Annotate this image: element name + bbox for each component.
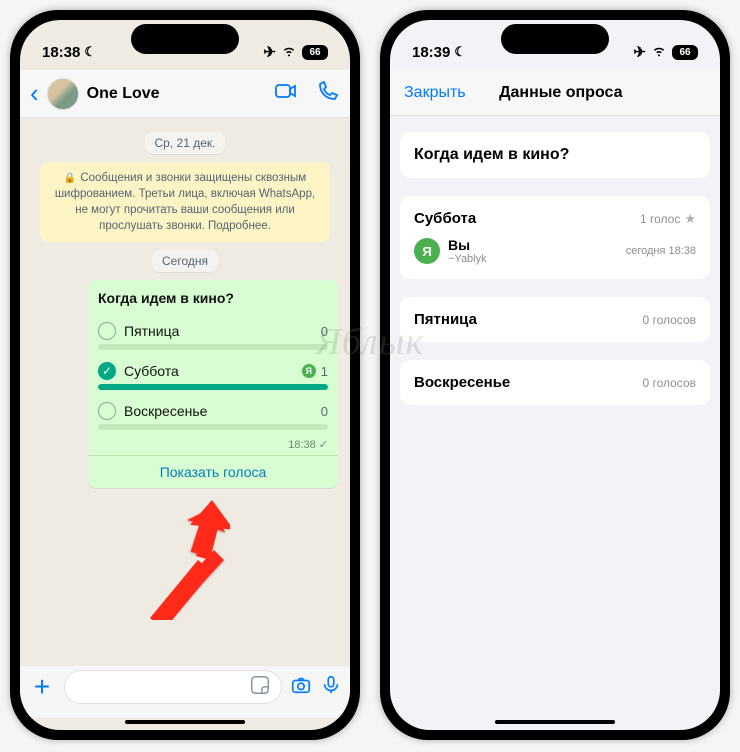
result-card: Воскресенье 0 голосов <box>400 360 710 405</box>
radio-unchecked-icon[interactable] <box>98 322 116 340</box>
phone-left: 18:38 ☾ ✈︎ 66 ‹ One Love <box>10 10 360 740</box>
voter-row[interactable]: Я Вы ~Yablyk сегодня 18:38 <box>414 237 696 265</box>
poll-option[interactable]: ✓ Суббота Я 1 <box>98 356 328 396</box>
battery-indicator: 66 <box>302 45 328 60</box>
back-button[interactable]: ‹ <box>30 78 39 109</box>
show-votes-button[interactable]: Показать голоса <box>98 456 328 482</box>
voter-avatar-icon: Я <box>301 363 317 379</box>
radio-unchecked-icon[interactable] <box>98 402 116 420</box>
camera-button[interactable] <box>290 674 312 701</box>
voter-avatar: Я <box>414 238 440 264</box>
encryption-notice[interactable]: 🔒Сообщения и звонки защищены сквозным ши… <box>40 162 330 242</box>
star-icon: ★ <box>684 211 696 227</box>
focus-moon-icon: ☾ <box>84 44 96 60</box>
page-title: Данные опроса <box>416 84 706 102</box>
poll-details-body[interactable]: Когда идем в кино? Суббота 1 голос ★ Я В… <box>390 116 720 718</box>
message-input[interactable] <box>64 670 282 704</box>
focus-moon-icon: ☾ <box>454 44 466 60</box>
poll-bubble: Когда идем в кино? Пятница 0 ✓ Суббота <box>88 280 338 488</box>
battery-indicator: 66 <box>672 45 698 60</box>
mic-button[interactable] <box>320 674 342 701</box>
avatar[interactable] <box>47 78 79 110</box>
today-chip: Сегодня <box>28 250 342 272</box>
chat-input-bar: + <box>20 666 350 718</box>
wifi-icon <box>281 42 297 62</box>
lock-icon: 🔒 <box>64 173 76 184</box>
poll-option[interactable]: Пятница 0 <box>98 316 328 356</box>
poll-question: Когда идем в кино? <box>98 290 328 306</box>
poll-option[interactable]: Воскресенье 0 <box>98 396 328 436</box>
result-card: Суббота 1 голос ★ Я Вы ~Yablyk сегодня 1… <box>400 196 710 279</box>
voice-call-button[interactable] <box>316 79 340 108</box>
airplane-icon: ✈︎ <box>263 43 276 61</box>
question-card: Когда идем в кино? <box>400 132 710 178</box>
airplane-icon: ✈︎ <box>633 43 646 61</box>
sent-check-icon: ✓ <box>319 439 328 451</box>
chat-title[interactable]: One Love <box>87 85 266 103</box>
home-indicator <box>125 720 245 724</box>
wifi-icon <box>651 42 667 62</box>
result-card: Пятница 0 голосов <box>400 297 710 342</box>
dynamic-island <box>131 24 239 54</box>
date-chip: Ср, 21 дек. <box>28 132 342 154</box>
chat-header: ‹ One Love <box>20 70 350 118</box>
status-time: 18:38 <box>42 44 80 61</box>
poll-details-header: Закрыть Данные опроса <box>390 70 720 116</box>
dynamic-island <box>501 24 609 54</box>
chat-body[interactable]: Ср, 21 дек. 🔒Сообщения и звонки защищены… <box>20 118 350 666</box>
attach-button[interactable]: + <box>28 671 56 703</box>
sticker-icon[interactable] <box>249 674 271 701</box>
message-timestamp: 18:38✓ <box>98 438 328 451</box>
video-call-button[interactable] <box>274 79 298 108</box>
status-time: 18:39 <box>412 44 450 61</box>
radio-checked-icon[interactable]: ✓ <box>98 362 116 380</box>
home-indicator <box>495 720 615 724</box>
phone-right: 18:39 ☾ ✈︎ 66 Закрыть Данные опроса Когд… <box>380 10 730 740</box>
